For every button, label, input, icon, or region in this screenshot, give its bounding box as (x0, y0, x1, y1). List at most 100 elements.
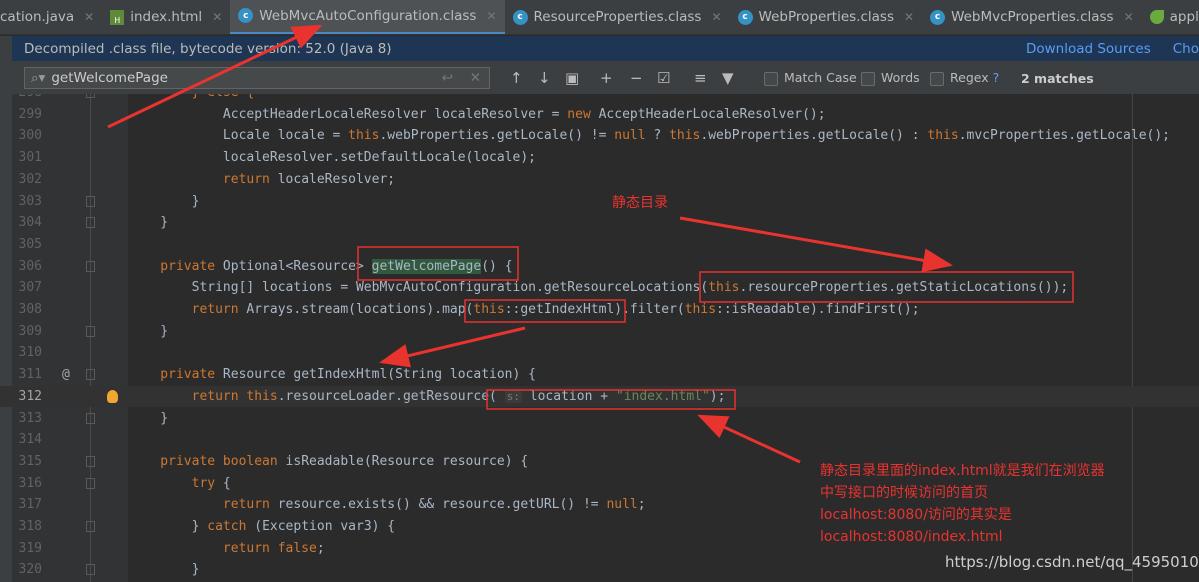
editor-tabs: cation.java ✕ Hindex.html ✕ c WebMvcAutoConfi… (0, 0, 1199, 35)
find-bar: ⌕▾ getWelcomePage ↩ ✕ ↑ ↓ ▣ + − ☑ ≡ ▼ Match… (12, 61, 1199, 94)
fold-marker-icon[interactable] (86, 564, 95, 576)
code-text: return Arrays.stream(locations).map(this… (129, 302, 920, 317)
implements-marker-icon[interactable]: @ (62, 364, 70, 386)
search-icon: ⌕▾ (31, 70, 46, 86)
code-text: Locale locale = this.webProperties.getLo… (129, 128, 1171, 144)
line-number: 307 (18, 280, 42, 296)
fold-marker-icon[interactable] (86, 521, 95, 532)
tab-index-html[interactable]: Hindex.html ✕ (102, 0, 230, 34)
tab-cation-java[interactable]: cation.java ✕ (0, 0, 102, 34)
line-number: 298 (12, 94, 42, 104)
line-number: 317 (18, 497, 42, 513)
code-text: } else { (129, 94, 255, 104)
add-occurrence-icon[interactable]: + (600, 69, 613, 87)
in-selection-icon[interactable]: ≡ (694, 69, 707, 87)
select-occurrences-icon[interactable]: ☑ (657, 69, 670, 87)
code-text: } (129, 562, 200, 578)
code-text: } (129, 323, 169, 339)
line-number: 299 (18, 106, 42, 122)
fold-marker-icon[interactable] (86, 217, 95, 229)
words-checkbox[interactable]: Words (861, 70, 920, 86)
line-number: 306 (18, 258, 42, 274)
code-line[interactable]: 302 return localeResolver; (0, 169, 1199, 191)
code-line[interactable]: 303 } (0, 191, 1199, 213)
annotation-line: 中写接口的时候访问的首页 (820, 485, 988, 501)
fold-marker-icon[interactable] (86, 195, 95, 207)
line-number: 314 (18, 432, 42, 448)
newline-icon[interactable]: ↩ (442, 70, 453, 86)
select-all-button[interactable]: ▣ (565, 69, 579, 87)
class-icon: c (512, 9, 528, 25)
tab-label: WebProperties.class (758, 9, 894, 25)
fold-marker-icon[interactable] (86, 412, 95, 424)
annotation-static-dir: 静态目录 (612, 195, 668, 211)
close-tab-icon[interactable]: ✕ (486, 9, 496, 23)
code-text: } catch (Exception var3) { (129, 519, 396, 534)
tab-label: cation.java (0, 9, 75, 25)
close-tab-icon[interactable]: ✕ (84, 10, 94, 24)
code-text: private boolean isReadable(Resource reso… (129, 453, 529, 469)
close-tab-icon[interactable]: ✕ (904, 10, 914, 24)
code-line[interactable]: 308 return Arrays.stream(locations).map(… (0, 299, 1199, 321)
line-number: 301 (18, 150, 42, 166)
code-line[interactable]: 314 (0, 429, 1199, 451)
line-number: 318 (18, 519, 42, 534)
code-line[interactable]: 299 AcceptHeaderLocaleResolver localeRes… (0, 104, 1199, 126)
remove-occurrence-icon[interactable]: − (630, 69, 643, 87)
fold-marker-icon[interactable] (86, 477, 95, 489)
line-number: 310 (18, 345, 42, 361)
code-line[interactable]: 311 @ private Resource getIndexHtml(Strin… (0, 364, 1199, 386)
match-case-checkbox[interactable]: Match Case (764, 70, 857, 86)
annotation-line: localhost:8080/index.html (820, 529, 1003, 545)
fold-marker-icon[interactable] (86, 455, 95, 467)
fold-marker-icon[interactable] (86, 369, 95, 381)
lightbulb-icon[interactable] (107, 389, 118, 403)
tab-webmvcproperties-class[interactable]: c WebMvcProperties.class ✕ (922, 0, 1142, 34)
tab-webmvcautoconfiguration-class[interactable]: c WebMvcAutoConfiguration.class ✕ (230, 0, 505, 34)
code-line[interactable]: 310 (0, 342, 1199, 364)
code-line[interactable]: 313 } (0, 408, 1199, 430)
tab-application-pr[interactable]: application.pr (1142, 0, 1199, 34)
choose-sources-link[interactable]: Cho (1173, 41, 1199, 57)
code-text: localeResolver.setDefaultLocale(locale); (129, 150, 536, 166)
close-tab-icon[interactable]: ✕ (212, 10, 222, 24)
code-line[interactable]: 306 private Optional<Resource> getWelcom… (0, 256, 1199, 278)
regex-checkbox[interactable]: Regex ? (930, 70, 999, 86)
code-line[interactable]: 305 (0, 234, 1199, 256)
filter-icon[interactable]: ▼ (722, 69, 734, 87)
code-line[interactable]: 304 } (0, 212, 1199, 234)
annotation-line: 静态目录里面的index.html就是我们在浏览器 (820, 463, 1105, 479)
next-match-button[interactable]: ↓ (538, 69, 551, 87)
fold-marker-icon[interactable] (86, 260, 95, 272)
tab-webproperties-class[interactable]: c WebProperties.class ✕ (730, 0, 923, 34)
code-text: String[] locations = WebMvcAutoConfigura… (129, 280, 1069, 296)
code-line[interactable]: 307 String[] locations = WebMvcAutoConfi… (0, 277, 1199, 299)
search-query: getWelcomePage (51, 70, 168, 86)
code-line[interactable]: 309 } (0, 321, 1199, 343)
tab-label: WebMvcProperties.class (951, 9, 1114, 25)
download-sources-link[interactable]: Download Sources (1026, 41, 1151, 57)
line-number: 315 (18, 453, 42, 469)
code-text: } (129, 215, 169, 231)
close-tab-icon[interactable]: ✕ (711, 10, 721, 24)
prev-match-button[interactable]: ↑ (510, 69, 523, 87)
line-number: 313 (18, 410, 42, 426)
class-icon: c (930, 9, 946, 25)
line-number: 300 (18, 128, 42, 144)
fold-marker-icon[interactable] (86, 325, 95, 337)
search-input[interactable]: ⌕▾ getWelcomePage ↩ ✕ (24, 67, 490, 89)
code-text: try { (129, 475, 231, 491)
line-number: 302 (18, 171, 42, 187)
clear-icon[interactable]: ✕ (470, 70, 481, 86)
code-line[interactable]: 301 localeResolver.setDefaultLocale(loca… (0, 147, 1199, 169)
line-number: 303 (18, 193, 42, 209)
line-number: 319 (18, 540, 42, 556)
line-number: 311 (18, 367, 42, 383)
fold-marker-icon[interactable] (86, 94, 95, 98)
close-tab-icon[interactable]: ✕ (1124, 10, 1134, 24)
code-line[interactable]: 298 } else { (0, 94, 1199, 104)
code-line[interactable]: 312 return this.resourceLoader.getResour… (0, 385, 1199, 408)
code-text: return this.resourceLoader.getResource( … (129, 388, 726, 404)
tab-resourceproperties-class[interactable]: c ResourceProperties.class ✕ (505, 0, 730, 34)
code-line[interactable]: 300 Locale locale = this.webProperties.g… (0, 125, 1199, 147)
